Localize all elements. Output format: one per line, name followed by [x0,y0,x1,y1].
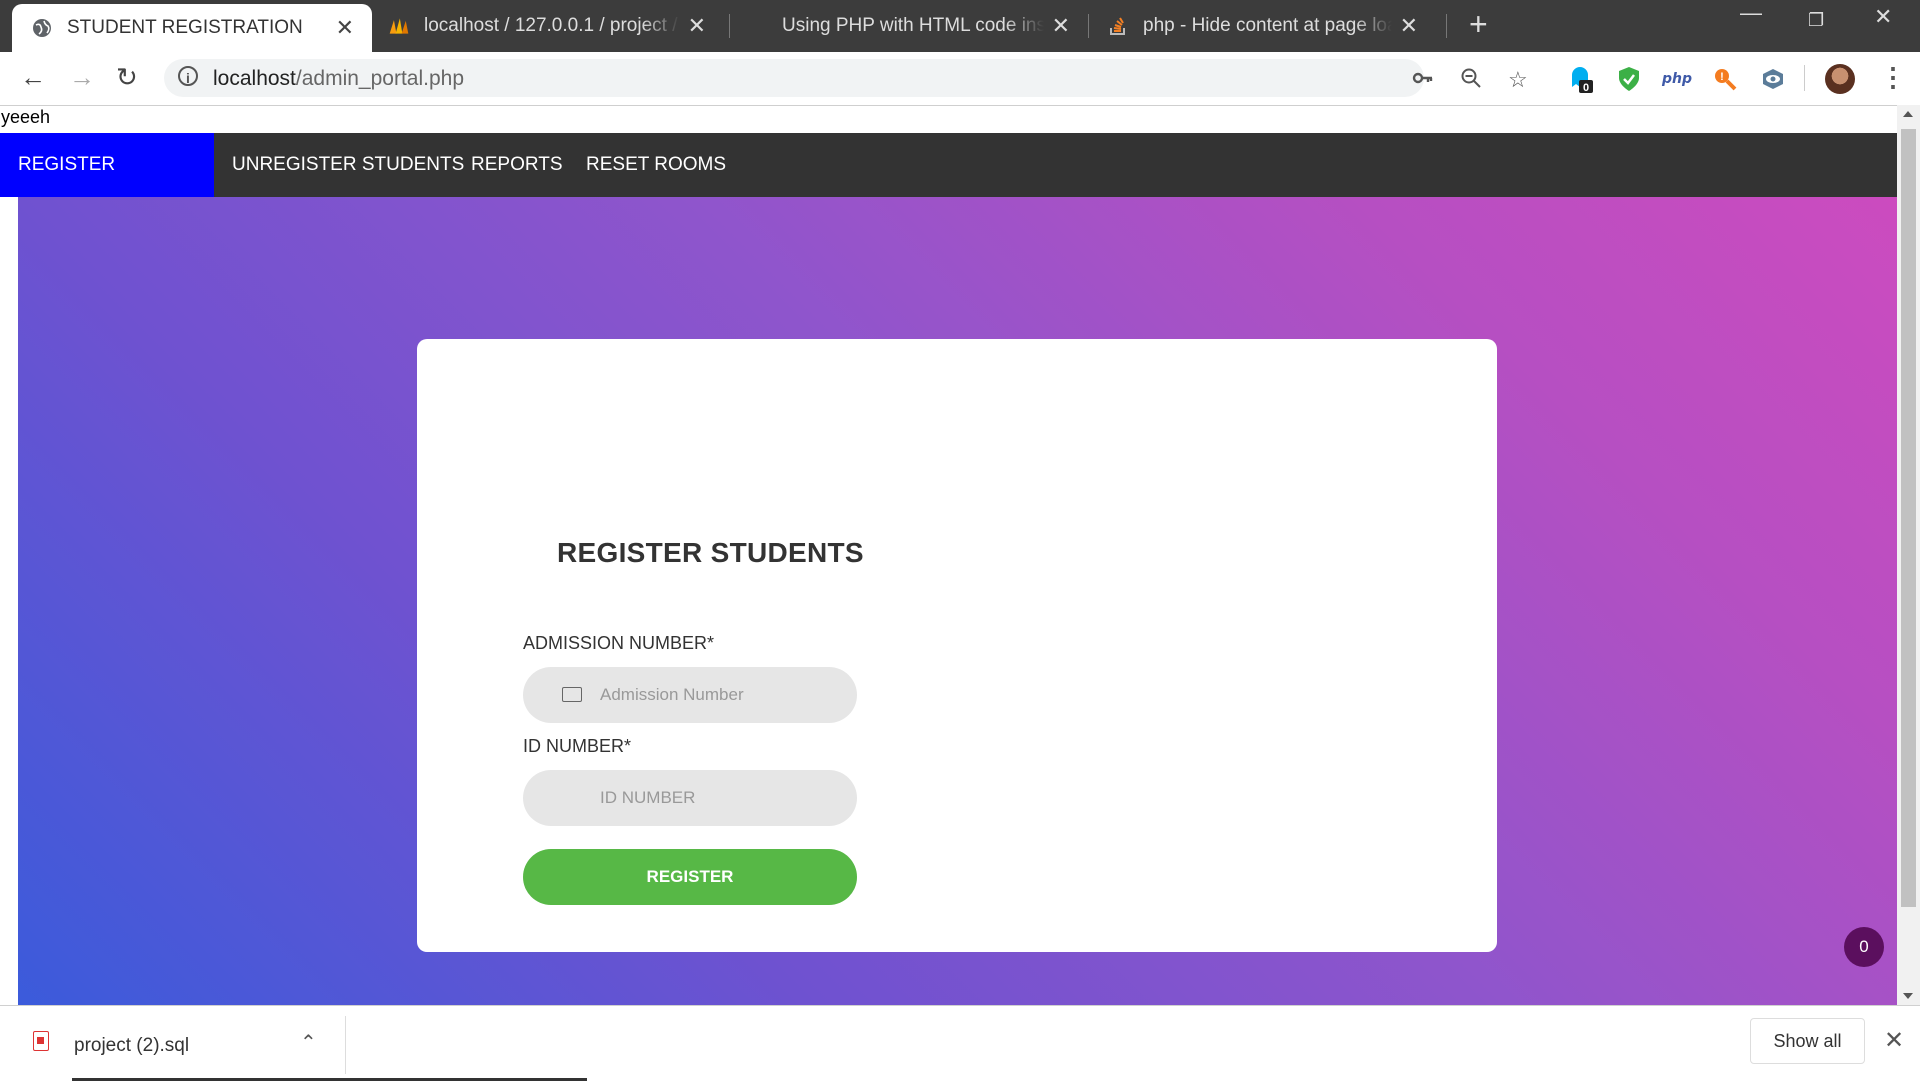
new-tab-plus-icon[interactable]: + [1469,6,1488,43]
chevron-up-icon[interactable]: ⌃ [300,1030,317,1055]
chrome-menu-icon[interactable]: ⋮ [1880,62,1906,93]
id-card-icon [562,687,582,702]
id-number-label: ID NUMBER* [523,736,632,756]
stackoverflow-icon [1107,15,1129,37]
globe-icon [31,17,53,39]
url-host: localhost [213,67,296,90]
close-icon[interactable]: ✕ [336,15,354,41]
debug-text: yeeeh [1,107,51,127]
restore-icon[interactable]: ❐ [1808,10,1824,31]
reload-icon[interactable]: ↻ [116,62,138,93]
tab-stackoverflow[interactable]: php - Hide content at page load ✕ [1107,0,1430,52]
tab-using-php[interactable]: Using PHP with HTML code insid ✕ [782,0,1082,52]
file-icon [33,1031,49,1051]
admission-number-placeholder: Admission Number [600,685,744,704]
admission-number-label: ADMISSION NUMBER* [523,633,715,653]
nav-unregister-students[interactable]: UNREGISTER STUDENTS [214,133,482,197]
url-path: /admin_portal.php [295,67,465,90]
ghostery-icon[interactable]: 0 [1568,66,1594,93]
forward-arrow-icon[interactable]: → [69,62,95,93]
tab-title: Using PHP with HTML code insid [782,15,1044,36]
id-number-placeholder: ID NUMBER [600,788,696,807]
browser-toolbar: ← → ↻ i localhost/admin_portal.php ☆ 0 p… [0,52,1920,106]
show-all-button[interactable]: Show all [1750,1018,1865,1064]
profile-avatar[interactable] [1825,64,1855,94]
phpmyadmin-icon [388,15,410,37]
download-separator [345,1016,346,1074]
site-info-icon[interactable]: i [178,66,198,86]
close-icon[interactable]: ✕ [1052,13,1070,39]
eye-icon[interactable] [1760,66,1786,92]
scrollbar-thumb[interactable] [1901,129,1916,907]
php-icon[interactable]: php [1660,66,1694,92]
register-button[interactable]: REGISTER [523,849,857,905]
ghostery-count-badge: 0 [1583,82,1589,93]
address-bar[interactable]: i localhost/admin_portal.php ☆ [164,59,1528,97]
top-navigation: REGISTER STUDENTS UNREGISTER STUDENTS RE… [0,133,1897,239]
wappalyzer-icon[interactable]: ! [1712,66,1738,92]
nav-register-students[interactable]: REGISTER STUDENTS [0,133,214,239]
zoom-out-icon[interactable] [1460,67,1482,95]
tab-separator [1446,14,1447,38]
minimize-icon[interactable]: — [1740,0,1762,26]
bookmark-star-icon[interactable]: ☆ [1508,67,1528,93]
page-scrollbar[interactable] [1897,105,1920,1005]
adblock-shield-icon[interactable] [1616,66,1642,92]
id-number-input[interactable]: ID NUMBER [523,770,857,826]
tab-title: php - Hide content at page load [1143,15,1392,36]
chat-widget-badge[interactable]: 0 [1844,927,1884,967]
svg-text:!: ! [1720,71,1724,83]
tab-strip: STUDENT REGISTRATION ✕ localhost / 127.0… [0,0,1920,52]
form-title: REGISTER STUDENTS [557,537,864,568]
key-icon[interactable] [1412,67,1434,95]
tab-student-registration[interactable]: STUDENT REGISTRATION ✕ [12,4,372,52]
nav-reports[interactable]: REPORTS [453,133,581,197]
nav-reset-rooms[interactable]: RESET ROOMS [568,133,744,197]
tab-separator [729,14,730,38]
download-file-name: project (2).sql [74,1035,190,1056]
download-item[interactable]: project (2).sql ⌃ [0,1006,345,1081]
close-icon[interactable]: ✕ [1884,1026,1904,1055]
toolbar-separator [1804,65,1805,91]
tab-phpmyadmin[interactable]: localhost / 127.0.0.1 / project / ac ✕ [388,0,718,52]
window-close-icon[interactable]: ✕ [1874,4,1892,30]
close-icon[interactable]: ✕ [688,13,706,39]
scroll-down-arrow-icon[interactable] [1903,993,1913,999]
download-shelf: project (2).sql ⌃ Show all ✕ [0,1005,1920,1081]
tab-separator [1088,14,1089,38]
scroll-up-arrow-icon[interactable] [1903,111,1913,117]
admission-number-input[interactable]: Admission Number [523,667,857,723]
tab-title: STUDENT REGISTRATION [67,17,303,38]
url-text[interactable]: localhost/admin_portal.php [213,67,464,91]
back-arrow-icon[interactable]: ← [20,62,46,93]
close-icon[interactable]: ✕ [1400,13,1418,39]
tab-title: localhost / 127.0.0.1 / project / ac [424,15,680,36]
php-label: php [1661,71,1692,87]
